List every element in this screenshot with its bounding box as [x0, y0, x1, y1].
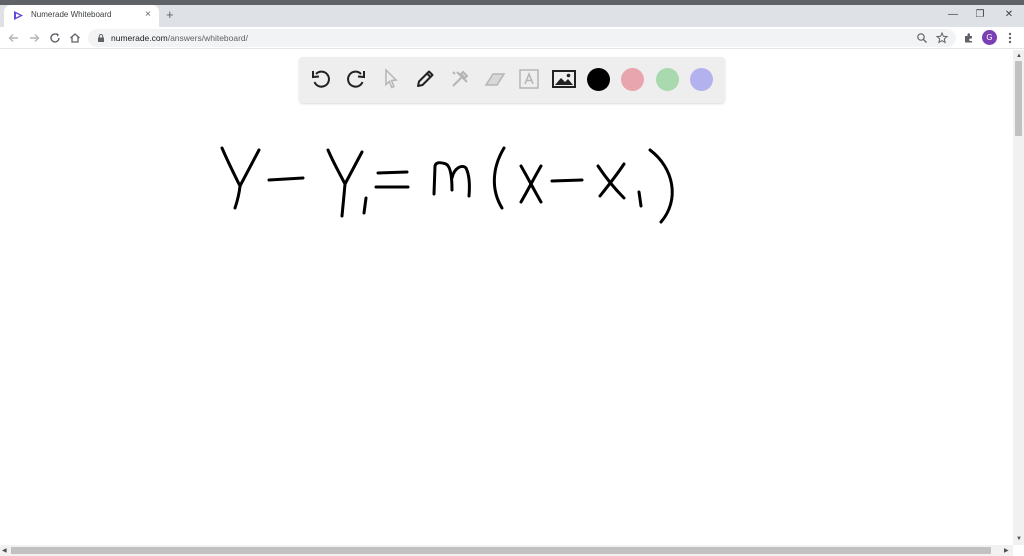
url-text[interactable]: numerade.com/answers/whiteboard/: [111, 33, 248, 43]
url-host: numerade.com: [111, 33, 168, 43]
undo-icon[interactable]: [307, 65, 335, 93]
redo-icon[interactable]: [342, 65, 370, 93]
close-window-button[interactable]: ✕: [1001, 7, 1017, 23]
back-icon[interactable]: [6, 30, 22, 46]
tab-strip: Numerade Whiteboard × + — ❐ ✕: [0, 5, 1024, 27]
color-swatch-green[interactable]: [656, 68, 679, 91]
url-path: /answers/whiteboard/: [167, 33, 249, 43]
home-icon[interactable]: [67, 30, 83, 46]
color-swatch-black[interactable]: [587, 68, 610, 91]
text-icon[interactable]: [515, 65, 543, 93]
tab-title: Numerade Whiteboard: [31, 10, 112, 19]
search-icon[interactable]: [916, 32, 928, 44]
reload-icon[interactable]: [47, 30, 63, 46]
scroll-down-arrow-icon[interactable]: ▼: [1016, 535, 1022, 543]
handwriting-layer: [220, 146, 674, 224]
forward-icon[interactable]: [26, 30, 42, 46]
pointer-icon[interactable]: [377, 65, 405, 93]
scroll-up-arrow-icon[interactable]: ▲: [1016, 52, 1022, 60]
active-tab[interactable]: Numerade Whiteboard ×: [4, 5, 159, 27]
lock-icon[interactable]: [96, 33, 106, 43]
profile-avatar[interactable]: G: [982, 30, 997, 45]
horizontal-scrollbar[interactable]: ◀ ▶: [0, 545, 1013, 556]
scroll-left-arrow-icon[interactable]: ◀: [2, 547, 7, 555]
tab-close-icon[interactable]: ×: [145, 9, 151, 21]
horizontal-scroll-thumb[interactable]: [11, 547, 991, 554]
numerade-favicon-icon: [14, 11, 23, 20]
extensions-icon[interactable]: [961, 30, 977, 46]
menu-kebab-icon[interactable]: [1002, 30, 1018, 46]
image-icon[interactable]: [550, 65, 578, 93]
omnibox[interactable]: numerade.com/answers/whiteboard/: [88, 29, 956, 47]
color-swatch-purple[interactable]: [690, 68, 713, 91]
new-tab-button[interactable]: +: [166, 8, 174, 22]
eraser-icon[interactable]: [481, 65, 509, 93]
minimize-button[interactable]: —: [945, 7, 961, 23]
bookmark-star-icon[interactable]: [936, 32, 948, 44]
whiteboard-toolbar: [299, 57, 725, 103]
color-swatch-pink[interactable]: [621, 68, 644, 91]
whiteboard-canvas[interactable]: [0, 50, 1013, 545]
tools-icon[interactable]: [446, 65, 474, 93]
scroll-right-arrow-icon[interactable]: ▶: [1004, 547, 1009, 555]
equation-ink: [220, 146, 674, 224]
vertical-scroll-thumb[interactable]: [1015, 61, 1022, 136]
restore-button[interactable]: ❐: [972, 7, 988, 23]
address-bar: numerade.com/answers/whiteboard/ G: [0, 27, 1024, 49]
pen-icon[interactable]: [411, 65, 439, 93]
vertical-scrollbar[interactable]: ▲ ▼: [1013, 50, 1024, 545]
